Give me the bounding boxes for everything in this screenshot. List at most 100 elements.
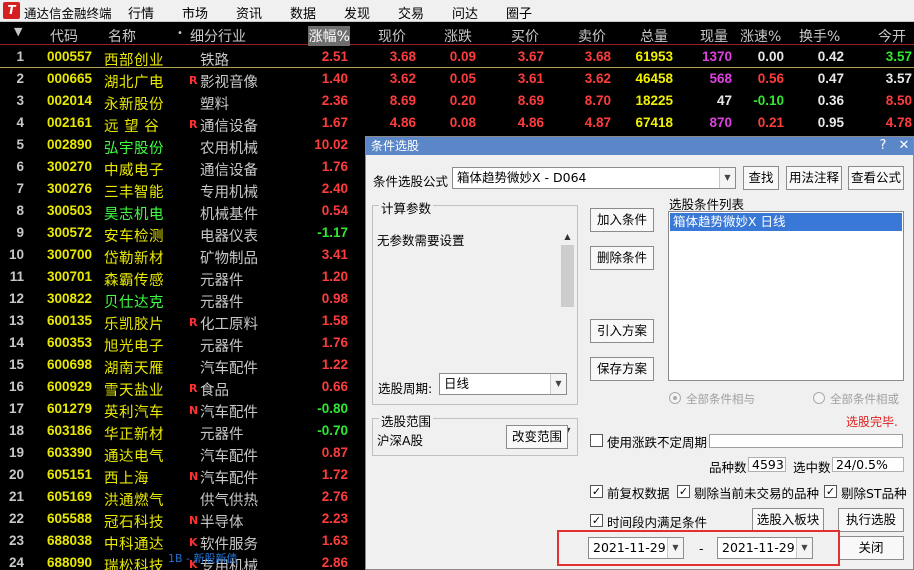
forward-adjust-checkbox[interactable]: ✓ bbox=[590, 485, 603, 498]
change-pct: 0.87 bbox=[321, 445, 348, 460]
usage-notes-button[interactable]: 用法注释 bbox=[786, 166, 842, 190]
menu-market[interactable]: 市场 bbox=[182, 3, 208, 22]
stock-flag-badge: R bbox=[189, 382, 198, 395]
stock-code: 000665 bbox=[47, 71, 93, 86]
total-volume: 18225 bbox=[635, 93, 673, 108]
range-value: 沪深A股 bbox=[377, 433, 424, 448]
price: 8.69 bbox=[389, 93, 416, 108]
change-pct: 1.72 bbox=[321, 467, 348, 482]
condition-list-item[interactable]: 箱体趋势微妙X 日线 bbox=[670, 213, 902, 231]
sort-arrow-icon[interactable]: ▼ bbox=[14, 25, 22, 38]
table-row[interactable]: 2 000665 湖北广电 R 影视音像 1.40 3.62 0.05 3.61 3.62 4645… bbox=[0, 68, 914, 91]
stock-industry: 影视音像 bbox=[200, 75, 258, 91]
table-row[interactable]: 1 000557 西部创业 铁路 2.51 3.68 0.09 3.67 3.68 61953 13… bbox=[0, 46, 914, 69]
menu-news[interactable]: 资讯 bbox=[236, 3, 262, 22]
uncertain-period-checkbox[interactable] bbox=[590, 434, 603, 447]
help-icon[interactable]: ? bbox=[875, 138, 891, 153]
add-to-block-button[interactable]: 选股入板块 bbox=[752, 508, 824, 532]
stock-flag-badge: R bbox=[189, 74, 198, 87]
row-index: 14 bbox=[8, 335, 24, 350]
menu-data[interactable]: 数据 bbox=[290, 3, 316, 22]
turnover-pct: 0.36 bbox=[817, 93, 844, 108]
col-header-open[interactable]: 今开 bbox=[878, 26, 906, 46]
change-range-button[interactable]: 改变范围 bbox=[506, 425, 568, 449]
selected-count-value: 24/0.5% bbox=[832, 457, 904, 472]
row-index: 2 bbox=[16, 71, 24, 86]
row-index: 4 bbox=[16, 115, 24, 130]
menu-quotes[interactable]: 行情 bbox=[128, 3, 154, 22]
row-index: 6 bbox=[16, 159, 24, 174]
col-header-change-pct[interactable]: 涨幅% bbox=[308, 26, 350, 46]
change-pct: 1.58 bbox=[321, 313, 348, 328]
col-header-volume[interactable]: 总量 bbox=[640, 26, 668, 46]
menu-wenda[interactable]: 问达 bbox=[452, 3, 478, 22]
stock-code: 300276 bbox=[47, 181, 93, 196]
stock-industry: 通信设备 bbox=[200, 163, 258, 179]
row-index: 1 bbox=[16, 49, 24, 64]
scroll-thumb[interactable] bbox=[561, 245, 574, 307]
row-index: 9 bbox=[16, 225, 24, 240]
stock-industry: 机械基件 bbox=[200, 207, 258, 223]
stock-industry: 矿物制品 bbox=[200, 251, 258, 267]
chevron-down-icon[interactable]: ▼ bbox=[719, 168, 735, 188]
stock-name: 昊志机电 bbox=[104, 207, 164, 223]
change-pct: 2.86 bbox=[321, 555, 348, 570]
view-formula-button[interactable]: 查看公式 bbox=[848, 166, 904, 190]
menu-circle[interactable]: 圈子 bbox=[506, 3, 532, 22]
save-scheme-button[interactable]: 保存方案 bbox=[590, 357, 654, 381]
radio-all-and[interactable] bbox=[669, 392, 681, 404]
table-row[interactable]: 3 002014 永新股份 塑料 2.36 8.69 0.20 8.69 8.70 18225 47… bbox=[0, 90, 914, 113]
col-header-turnover[interactable]: 换手% bbox=[799, 26, 840, 46]
stock-industry: 元器件 bbox=[200, 427, 244, 443]
price: 3.62 bbox=[389, 71, 416, 86]
exclude-st-label: 剔除ST品种 bbox=[841, 486, 907, 501]
col-header-industry[interactable]: 细分行业 bbox=[190, 26, 246, 46]
col-header-cur-volume[interactable]: 现量 bbox=[700, 26, 728, 46]
table-row[interactable]: 4 002161 远 望 谷 R 通信设备 1.67 4.86 0.08 4.86 4.87 674… bbox=[0, 112, 914, 135]
period-condition-checkbox[interactable]: ✓ bbox=[590, 514, 603, 527]
change-pct: 1.22 bbox=[321, 357, 348, 372]
add-condition-button[interactable]: 加入条件 bbox=[590, 208, 654, 232]
formula-select[interactable]: 箱体趋势微妙X - D064 ▼ bbox=[452, 167, 736, 189]
col-header-name[interactable]: 名称 bbox=[108, 26, 136, 46]
period-value: 日线 bbox=[444, 376, 470, 391]
period-condition-label: 时间段内满足条件 bbox=[607, 515, 708, 530]
radio-all-or[interactable] bbox=[813, 392, 825, 404]
col-header-bid[interactable]: 买价 bbox=[511, 26, 539, 46]
selected-count-label: 选中数 bbox=[793, 460, 831, 475]
stock-code: 601279 bbox=[47, 401, 93, 416]
change-pct: 2.76 bbox=[321, 489, 348, 504]
find-button[interactable]: 查找 bbox=[743, 166, 779, 190]
chevron-down-icon[interactable]: ▼ bbox=[550, 374, 566, 394]
stock-name: 弘宇股份 bbox=[104, 141, 164, 157]
col-header-ask[interactable]: 卖价 bbox=[578, 26, 606, 46]
import-scheme-button[interactable]: 引入方案 bbox=[590, 319, 654, 343]
exclude-st-checkbox[interactable]: ✓ bbox=[824, 485, 837, 498]
stock-name: 乐凯胶片 bbox=[104, 317, 164, 333]
current-volume: 568 bbox=[709, 71, 732, 86]
menu-discover[interactable]: 发现 bbox=[344, 3, 370, 22]
params-scrollbar[interactable]: ▲ ▼ bbox=[560, 229, 575, 435]
col-header-diff[interactable]: 涨跌 bbox=[444, 26, 472, 46]
condition-list[interactable]: 箱体趋势微妙X 日线 bbox=[668, 211, 904, 381]
exclude-untraded-checkbox[interactable]: ✓ bbox=[677, 485, 690, 498]
menu-trade[interactable]: 交易 bbox=[398, 3, 424, 22]
row-index: 8 bbox=[16, 203, 24, 218]
delete-condition-button[interactable]: 删除条件 bbox=[590, 246, 654, 270]
current-volume: 1370 bbox=[701, 49, 732, 64]
stock-industry: 专用机械 bbox=[200, 185, 258, 201]
stock-code: 600135 bbox=[47, 313, 93, 328]
period-select[interactable]: 日线 ▼ bbox=[439, 373, 567, 395]
row-index: 24 bbox=[8, 555, 24, 570]
close-icon[interactable]: ✕ bbox=[896, 138, 912, 153]
col-header-speed[interactable]: 涨速% bbox=[740, 26, 781, 46]
speed-pct: -0.10 bbox=[753, 93, 784, 108]
close-button[interactable]: 关闭 bbox=[838, 536, 904, 560]
execute-screen-button[interactable]: 执行选股 bbox=[838, 508, 904, 532]
scroll-up-icon[interactable]: ▲ bbox=[560, 229, 575, 244]
col-header-code[interactable]: 代码 bbox=[50, 26, 78, 46]
col-header-price[interactable]: 现价 bbox=[378, 26, 406, 46]
uncertain-period-input[interactable] bbox=[709, 434, 903, 448]
range-group-title: 选股范围 bbox=[379, 411, 434, 430]
row-index: 22 bbox=[8, 511, 24, 526]
